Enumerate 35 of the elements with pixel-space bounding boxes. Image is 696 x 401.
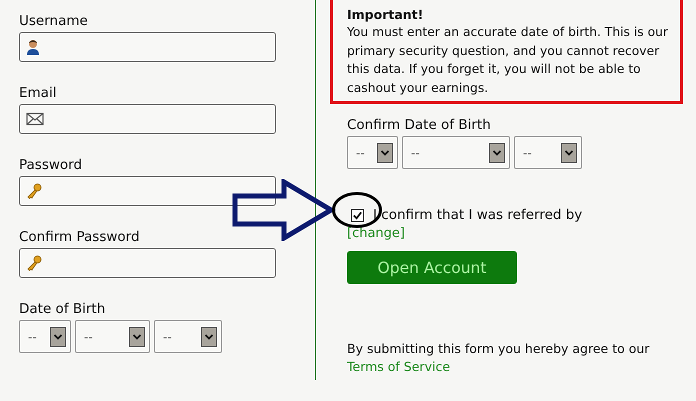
terms-text: By submitting this form you hereby agree to our <box>347 341 650 356</box>
field-label: Password <box>19 156 84 174</box>
caret-icon <box>129 326 145 346</box>
input-field[interactable] <box>19 248 276 278</box>
terms-link[interactable]: Terms of Service <box>347 359 450 374</box>
input-field[interactable] <box>19 32 276 62</box>
caret-icon <box>377 142 393 162</box>
date-dropdown[interactable]: -- <box>19 320 71 353</box>
envelope-icon <box>26 112 44 126</box>
key-icon <box>26 255 42 271</box>
input-field[interactable] <box>19 104 276 134</box>
field-label: Confirm Date of Birth <box>347 116 491 134</box>
date-dropdown[interactable]: -- <box>402 136 510 169</box>
caret-icon <box>489 142 505 162</box>
date-dropdown[interactable]: -- <box>347 136 398 169</box>
checkbox[interactable] <box>351 208 364 222</box>
change-link[interactable]: [change] <box>347 226 405 241</box>
caret-icon <box>201 326 217 346</box>
date-dropdown[interactable]: -- <box>75 320 150 353</box>
notice-title: Important! <box>347 6 424 23</box>
field-label: Confirm Password <box>19 228 141 246</box>
field-label: Date of Birth <box>19 300 106 318</box>
date-dropdown[interactable]: -- <box>514 136 582 169</box>
referral-label: I confirm that I was referred by <box>373 207 582 223</box>
open-account-button[interactable]: Open Account <box>347 251 517 284</box>
date-dropdown[interactable]: -- <box>154 320 222 353</box>
caret-icon <box>50 326 66 346</box>
field-label: Username <box>19 12 89 30</box>
caret-icon <box>561 142 577 162</box>
user-icon <box>26 39 40 55</box>
circle-annotation <box>331 191 383 229</box>
input-field[interactable] <box>19 176 276 206</box>
field-label: Email <box>19 84 58 102</box>
notice-text: You must enter an accurate date of birth. This is our primary security question, and you cannot recover this data. If you forget it, you will not be able to cashout your earnings. <box>347 24 668 96</box>
key-icon <box>26 183 42 199</box>
